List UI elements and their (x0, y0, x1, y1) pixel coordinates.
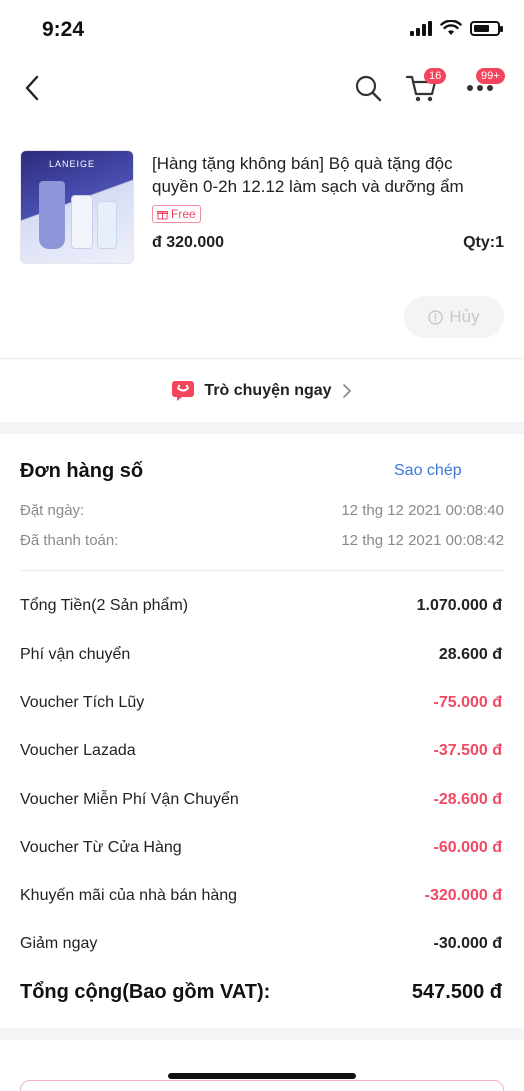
more-dots-icon (467, 85, 493, 91)
status-icons (410, 20, 503, 36)
gift-icon (157, 210, 168, 219)
order-total-row: Tổng cộng(Bao gồm VAT): 547.500 đ (20, 981, 502, 1004)
notification-badge: 99+ (476, 68, 505, 84)
divider (20, 570, 504, 571)
search-button[interactable] (350, 70, 386, 106)
home-indicator[interactable] (168, 1073, 356, 1079)
summary-value: -37.500 đ (433, 742, 502, 759)
back-button[interactable] (14, 70, 50, 106)
battery-icon (470, 20, 503, 36)
summary-label: Voucher Tích Lũy (20, 694, 145, 711)
summary-row-shipping: Phí vận chuyển 28.600 đ (20, 646, 502, 664)
nav-bar: 16 99+ (0, 60, 524, 116)
product-qty: Qty:1 (463, 234, 504, 251)
status-bar: 9:24 (0, 0, 524, 60)
brand-logo: LANEIGE (49, 159, 96, 169)
summary-label: Tổng Tiền(2 Sản phẩm) (20, 597, 189, 614)
product-tube (39, 181, 65, 249)
payment-date-row: Đã thanh toán: 12 thg 12 2021 00:08:42 (20, 532, 504, 549)
info-circle-icon (428, 309, 444, 325)
cart-button[interactable]: 16 (404, 68, 447, 106)
summary-label: Voucher Miễn Phí Vận Chuyển (20, 791, 239, 808)
order-date-value: 12 thg 12 2021 00:08:40 (341, 502, 504, 519)
summary-label: Voucher Từ Cửa Hàng (20, 839, 182, 856)
summary-label: Phí vận chuyển (20, 646, 131, 663)
order-summary-card: Đơn hàng số Sao chép Đặt ngày: 12 thg 12… (0, 434, 524, 1028)
free-tag-label: Free (171, 207, 196, 221)
cancel-button[interactable]: Hủy (404, 296, 504, 338)
summary-row-voucher-free-shipping: Voucher Miễn Phí Vận Chuyển -28.600 đ (20, 791, 502, 809)
product-bottle-1 (71, 195, 93, 249)
summary-value: -30.000 đ (433, 935, 502, 952)
payment-date-value: 12 thg 12 2021 00:08:42 (341, 532, 504, 549)
total-value: 547.500 đ (411, 981, 502, 1003)
chat-now-label: Trò chuyện ngay (204, 381, 332, 399)
product-name[interactable]: [Hàng tặng không bán] Bộ quà tặng độc qu… (152, 152, 502, 198)
bottom-bar (0, 1040, 524, 1091)
order-date-row: Đặt ngày: 12 thg 12 2021 00:08:40 (20, 502, 504, 519)
cellular-signal-icon (410, 20, 432, 36)
summary-label: Voucher Lazada (20, 742, 136, 759)
payment-date-label: Đã thanh toán: (20, 532, 119, 549)
bottom-action-outline[interactable] (20, 1080, 504, 1091)
chevron-left-icon (25, 75, 39, 101)
summary-label: Khuyến mãi của nhà bán hàng (20, 887, 238, 904)
order-date-label: Đặt ngày: (20, 502, 85, 519)
product-price: đ 320.000 (152, 234, 225, 251)
summary-value: -320.000 đ (424, 887, 502, 904)
summary-row-subtotal: Tổng Tiền(2 Sản phẩm) 1.070.000 đ (20, 597, 502, 615)
chevron-right-icon (342, 383, 351, 398)
product-image[interactable]: LANEIGE (20, 150, 134, 264)
summary-value: -60.000 đ (433, 839, 502, 856)
cancel-label: Hủy (449, 307, 480, 326)
summary-row-voucher-store: Voucher Từ Cửa Hàng -60.000 đ (20, 839, 502, 857)
wifi-icon (440, 20, 462, 35)
summary-value: -28.600 đ (433, 791, 502, 808)
product-card: LANEIGE [Hàng tặng không bán] Bộ quà tặn… (0, 116, 524, 358)
product-bottle-2 (97, 201, 117, 249)
total-label: Tổng cộng(Bao gồm VAT): (20, 981, 271, 1003)
chat-now-button[interactable]: Trò chuyện ngay (0, 358, 524, 422)
cart-count-badge: 16 (424, 68, 447, 84)
summary-value: 1.070.000 đ (416, 597, 502, 614)
summary-row-voucher-tich-luy: Voucher Tích Lũy -75.000 đ (20, 694, 502, 712)
order-number-title: Đơn hàng số (20, 460, 144, 482)
summary-label: Giảm ngay (20, 935, 98, 952)
summary-value: -75.000 đ (433, 694, 502, 711)
status-time: 9:24 (42, 18, 85, 41)
chat-icon (172, 380, 195, 401)
summary-row-seller-promo: Khuyến mãi của nhà bán hàng -320.000 đ (20, 887, 502, 905)
more-button[interactable]: 99+ (462, 68, 505, 106)
search-icon (355, 75, 382, 102)
free-tag: Free (152, 205, 201, 223)
summary-value: 28.600 đ (438, 646, 502, 663)
summary-row-instant-discount: Giảm ngay -30.000 đ (20, 935, 502, 953)
summary-row-voucher-lazada: Voucher Lazada -37.500 đ (20, 742, 502, 760)
copy-order-button[interactable]: Sao chép (394, 462, 462, 480)
